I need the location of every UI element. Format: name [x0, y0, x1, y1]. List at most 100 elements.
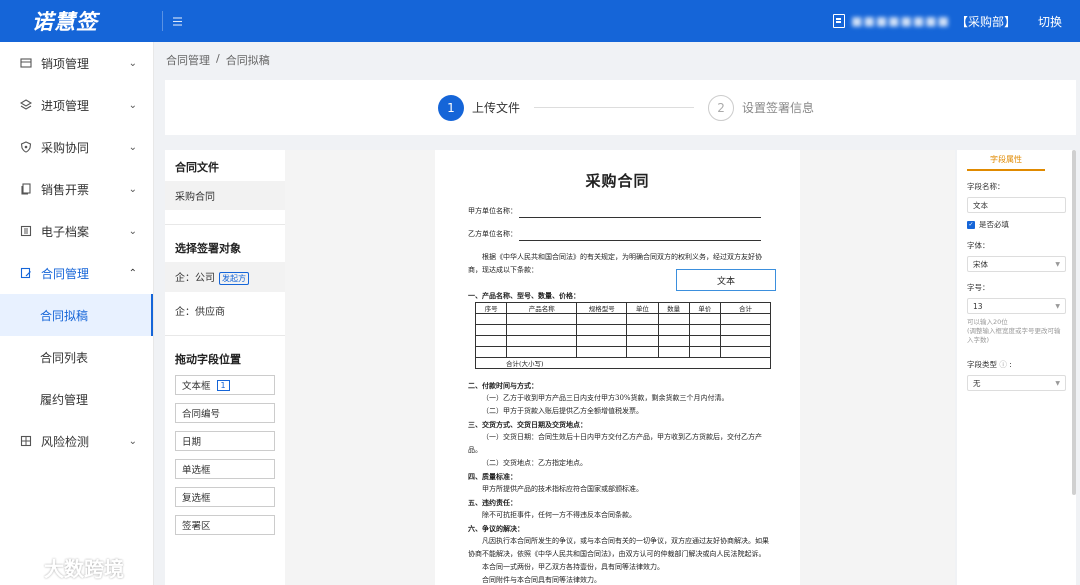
chevron-down-icon: ⌄ [128, 57, 137, 69]
chevron-up-icon: ⌃ [128, 267, 137, 279]
doc-title: 采购合同 [585, 172, 650, 190]
drag-field-checkbox[interactable]: 复选框 [175, 487, 275, 507]
doc-line: （二）交货地点：乙方指定地点。 [482, 459, 587, 467]
document-viewer[interactable]: 采购合同 甲方单位名称： 乙方单位名称： 根据《中华人民共和国合同法》的有关规定… [285, 150, 955, 585]
contract-setup-panel: 合同文件 采购合同 选择签署对象 企：公司 发起方 企：供应商 拖动字段位置 文本… [165, 150, 285, 585]
chevron-down-icon: ⌄ [128, 435, 137, 447]
sidebar-item-sales-invoice[interactable]: 销售开票 ⌄ [0, 168, 153, 210]
watermark-logo-icon [10, 557, 38, 578]
sidebar-subitem-performance[interactable]: 履约管理 [0, 378, 153, 420]
doc-section: 五、违约责任： [468, 498, 517, 507]
chevron-down-icon: ⌄ [128, 141, 137, 153]
font-size-select[interactable]: 13 ▼ [967, 298, 1066, 314]
doc-section: 三、交货方式、交货日期及交货地点： [468, 420, 587, 429]
placed-text-field[interactable]: 文本 [676, 269, 776, 291]
drag-field-contract-no[interactable]: 合同编号 [175, 403, 275, 423]
watermark-text: 大数跨境 [44, 557, 124, 581]
step-label: 设置签署信息 [742, 101, 815, 115]
chevron-down-icon: ▼ [1055, 260, 1060, 268]
sidebar-item-label: 销售开票 [41, 182, 90, 197]
app-logo[interactable]: 诺慧签 [0, 6, 154, 36]
goods-table: 序号 产品名称 规格型号 单位 数量 单价 合计 合计(大小写) [474, 302, 771, 369]
field-properties-panel: 字段属性 字段名称： 文本 ✓ 是否必填 字体： 宋体 ▼ 字号： 13 ▼ 可以输… [957, 150, 1076, 585]
menu-collapse-icon[interactable] [162, 11, 182, 31]
field-name-input[interactable]: 文本 [967, 197, 1066, 213]
font-select[interactable]: 宋体 ▼ [967, 256, 1066, 272]
textbox-count: 1 [216, 379, 230, 391]
font-size-label: 字号： [967, 283, 990, 292]
user-card-icon [833, 14, 846, 28]
sidebar-item-label: 进项管理 [41, 98, 90, 113]
step-bar: 1 上传文件 2 设置签署信息 [165, 80, 1076, 135]
watermark: 大数跨境 [10, 553, 124, 582]
breadcrumb-contract-mgmt[interactable]: 合同管理 [166, 52, 210, 68]
drag-field-textbox[interactable]: 文本框 1 [175, 375, 275, 395]
required-label: 是否必填 [979, 220, 1009, 229]
drag-field-signature[interactable]: 签署区 [175, 515, 275, 535]
size-hint: 可以输入20位 [967, 318, 1008, 326]
signer-supplier[interactable]: 企：供应商 [165, 296, 285, 325]
scrollbar[interactable] [1072, 150, 1076, 495]
drag-field-radio[interactable]: 单选框 [175, 459, 275, 479]
sidebar: 销项管理 ⌄ 进项管理 ⌄ 采购协同 ⌄ 销售开票 ⌄ 电子档案 ⌄ 合同管理 … [0, 42, 154, 585]
signers-title: 选择签署对象 [175, 242, 241, 255]
field-label: 文本框 [182, 381, 211, 392]
checkbox-checked-icon: ✓ [967, 220, 975, 229]
contract-files-title: 合同文件 [175, 161, 219, 174]
step-upload-file: 1 上传文件 [438, 94, 521, 121]
doc-line: （一）交货日期：合同生效后十日内甲方交付乙方产品，甲方收到乙方货款后，交付乙方产… [468, 433, 762, 454]
font-label: 字体： [967, 241, 990, 250]
doc-line: 合同附件与本合同具有同等法律效力。 [482, 576, 601, 584]
switch-button[interactable]: 切换 [1038, 13, 1062, 30]
doc-line: 除不可抗拒事件，任何一方不得违反本合同条款。 [482, 511, 636, 519]
breadcrumb-separator: / [216, 52, 220, 65]
chevron-down-icon: ▼ [1055, 379, 1060, 387]
table-row [474, 335, 771, 347]
doc-section: 四、质量标准： [468, 472, 517, 481]
sidebar-item-risk-detect[interactable]: 风险检测 ⌄ [0, 420, 153, 462]
doc-line: 本合同一式两份，甲乙双方各持壹份，具有同等法律效力。 [482, 563, 664, 571]
sidebar-subitem-contract-draft[interactable]: 合同拟稿 [0, 294, 153, 336]
table-row: 合计(大小写) [475, 357, 771, 369]
grid-icon [20, 435, 32, 447]
user-name: ■■■■■■■■ [851, 14, 950, 28]
field-name-label: 字段名称： [967, 182, 1005, 191]
step-label: 上传文件 [472, 101, 521, 115]
sidebar-subitem-contract-list[interactable]: 合同列表 [0, 336, 153, 378]
contract-icon [20, 267, 32, 279]
signer-company[interactable]: 企：公司 发起方 [165, 262, 285, 292]
sidebar-item-sales-tax[interactable]: 销项管理 ⌄ [0, 42, 153, 84]
sidebar-item-e-archive[interactable]: 电子档案 ⌄ [0, 210, 153, 252]
drag-field-date[interactable]: 日期 [175, 431, 275, 451]
table-row: 序号 产品名称 规格型号 单位 数量 单价 合计 [474, 302, 771, 314]
divider [165, 224, 285, 225]
initiator-badge: 发起方 [219, 272, 249, 285]
sidebar-item-contract-mgmt[interactable]: 合同管理 ⌃ [0, 252, 153, 294]
top-header: 诺慧签 ■■■■■■■■ 【采购部】 切换 [0, 0, 1080, 42]
field-type-select[interactable]: 无 ▼ [967, 375, 1066, 391]
contract-file-item[interactable]: 采购合同 [165, 181, 285, 210]
invoice-icon [20, 57, 32, 69]
doc-line: （二）甲方于货款入账后提供乙方全额增值税发票。 [482, 407, 643, 415]
field-type-label: 字段类型 ⓘ : [967, 360, 1012, 369]
doc-line: （一）乙方于收到甲方产品三日内支付甲方30%货款，剩余货款三个月内付清。 [482, 394, 729, 402]
doc-line: 乙方单位名称： [435, 228, 800, 241]
chevron-down-icon: ⌄ [128, 183, 137, 195]
divider [165, 335, 285, 336]
sidebar-item-procurement[interactable]: 采购协同 ⌄ [0, 126, 153, 168]
help-icon[interactable]: ⓘ [999, 360, 1007, 369]
chevron-down-icon: ▼ [1055, 302, 1060, 310]
archive-icon [20, 225, 32, 237]
step-number: 2 [708, 94, 735, 121]
breadcrumb: 合同管理 / 合同拟稿 [166, 52, 270, 68]
tab-field-properties[interactable]: 字段属性 [967, 150, 1045, 171]
table-row [474, 324, 771, 336]
required-checkbox[interactable]: ✓ 是否必填 [967, 219, 1066, 230]
table-row [474, 346, 771, 358]
step-number: 1 [438, 94, 464, 121]
sidebar-item-input-tax[interactable]: 进项管理 ⌄ [0, 84, 153, 126]
sidebar-item-label: 风险检测 [41, 434, 90, 449]
sidebar-item-label: 销项管理 [41, 56, 90, 71]
layers-icon [20, 99, 32, 111]
doc-line: 甲方所提供产品的技术指标应符合国家或部颁标准。 [482, 485, 643, 493]
